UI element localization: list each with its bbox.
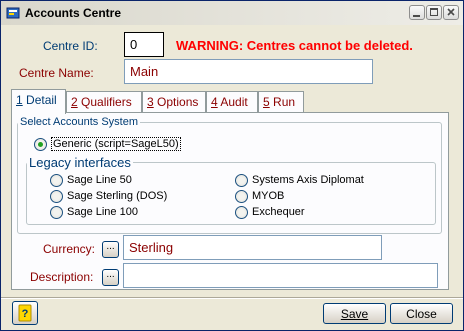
minimize-button[interactable] — [409, 5, 425, 20]
generic-option-label: Generic (script=SageL50) — [51, 137, 181, 151]
legacy-option-label: Exchequer — [252, 206, 305, 218]
radio-icon — [235, 174, 248, 187]
tab-run-key: 5 — [263, 95, 270, 109]
tab-audit-label: Audit — [217, 95, 248, 109]
save-button[interactable]: Save — [323, 303, 386, 324]
centre-id-label: Centre ID: — [43, 39, 98, 53]
tab-detail-key: 1 — [16, 93, 23, 107]
description-label: Description: — [30, 270, 94, 284]
centre-name-label: Centre Name: — [19, 66, 94, 80]
minimize-icon — [413, 15, 420, 17]
tab-run-label: Run — [269, 95, 296, 109]
tab-detail-label: Detail — [22, 93, 57, 107]
close-button-label: Close — [406, 307, 437, 321]
radio-icon — [235, 206, 248, 219]
save-button-label: Save — [340, 307, 369, 321]
tab-qualifiers-key: 2 — [71, 95, 78, 109]
tab-options-key: 3 — [147, 95, 154, 109]
description-edit-button[interactable]: ... — [102, 269, 119, 286]
tab-options[interactable]: 3 Options — [142, 91, 206, 112]
tab-audit[interactable]: 4 Audit — [206, 91, 258, 112]
centre-id-field[interactable]: 0 — [124, 32, 164, 57]
app-icon — [6, 7, 20, 19]
close-dialog-button[interactable]: Close — [390, 303, 453, 324]
tab-options-label: Options — [153, 95, 199, 109]
currency-lookup-button[interactable]: ... — [102, 241, 119, 258]
legacy-option-label: Sage Line 100 — [67, 206, 138, 218]
tab-qualifiers-label: Qualifiers — [77, 95, 132, 109]
tab-audit-key: 4 — [211, 95, 218, 109]
footer-divider — [1, 297, 463, 299]
title-bar[interactable]: Accounts Centre — [1, 1, 463, 25]
legacy-interfaces-title: Legacy interfaces — [29, 155, 131, 170]
legacy-option-label: Sage Line 50 — [67, 174, 132, 186]
accounts-centre-window: Accounts Centre Centre ID: 0 WARNING: Ce… — [0, 0, 464, 331]
legacy-option-label: Sage Sterling (DOS) — [67, 190, 168, 202]
maximize-icon — [430, 8, 438, 16]
currency-field[interactable]: Sterling — [123, 235, 382, 260]
window-title: Accounts Centre — [25, 6, 122, 20]
svg-text:?: ? — [22, 308, 29, 320]
radio-icon — [235, 190, 248, 203]
tab-qualifiers[interactable]: 2 Qualifiers — [66, 91, 142, 112]
tab-run[interactable]: 5 Run — [258, 91, 304, 112]
radio-selected-icon — [34, 138, 47, 151]
close-icon — [447, 8, 455, 16]
maximize-button[interactable] — [426, 5, 442, 20]
delete-warning: WARNING: Centres cannot be deleted. — [176, 38, 413, 53]
legacy-option-label: Systems Axis Diplomat — [252, 174, 364, 186]
detail-panel: Select Accounts System Generic (script=S… — [11, 112, 449, 290]
radio-icon — [50, 190, 63, 203]
currency-label: Currency: — [43, 242, 96, 256]
close-button[interactable] — [443, 5, 459, 20]
centre-name-field[interactable]: Main — [124, 59, 373, 84]
description-field[interactable] — [123, 263, 438, 288]
legacy-option-label: MYOB — [252, 190, 285, 202]
tab-detail[interactable]: 1 Detail — [11, 89, 66, 114]
select-accounts-system-title: Select Accounts System — [20, 116, 138, 128]
radio-icon — [50, 206, 63, 219]
help-icon: ? — [18, 304, 32, 322]
help-button[interactable]: ? — [12, 301, 38, 325]
radio-icon — [50, 174, 63, 187]
